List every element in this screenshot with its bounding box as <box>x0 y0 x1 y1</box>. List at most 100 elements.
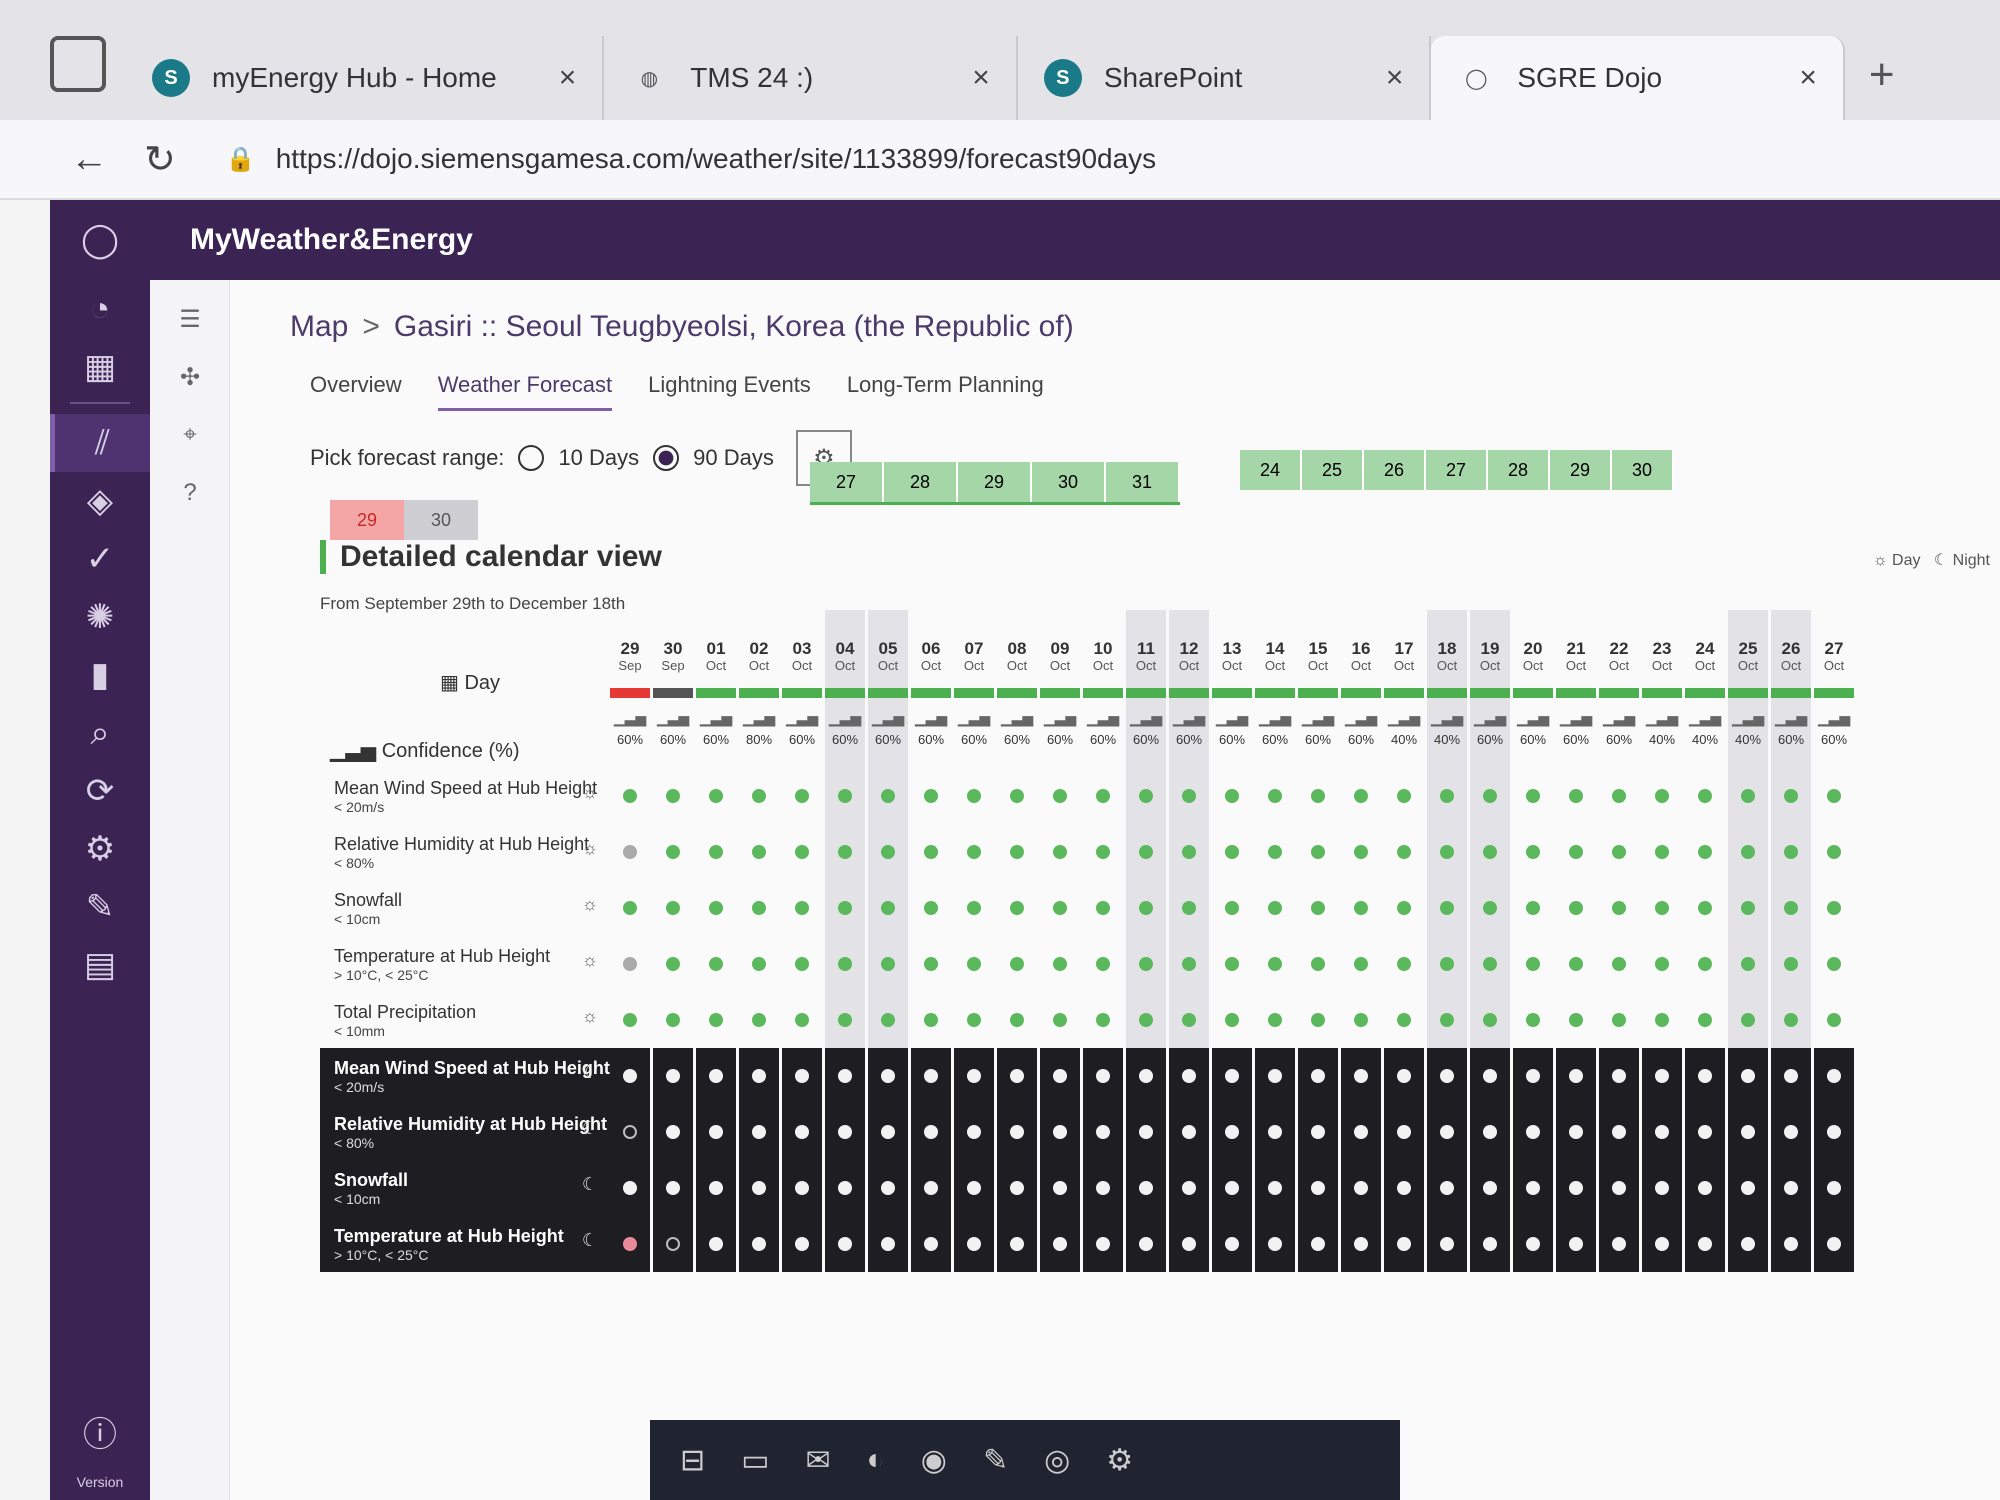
forecast-cell[interactable] <box>1083 1104 1123 1160</box>
forecast-cell[interactable] <box>1083 936 1123 992</box>
forecast-cell[interactable] <box>1814 880 1854 936</box>
forecast-cell[interactable] <box>1255 1160 1295 1216</box>
tab-lightning-events[interactable]: Lightning Events <box>648 372 811 411</box>
forecast-cell[interactable] <box>610 824 650 880</box>
forecast-cell[interactable] <box>1255 1216 1295 1272</box>
forecast-cell[interactable] <box>782 992 822 1048</box>
forecast-cell[interactable] <box>1384 880 1424 936</box>
forecast-cell[interactable] <box>1470 992 1510 1048</box>
forecast-cell[interactable] <box>782 1104 822 1160</box>
forecast-cell[interactable] <box>1169 880 1209 936</box>
mini-calendar-day[interactable]: 28 <box>884 462 958 502</box>
forecast-cell[interactable] <box>696 824 736 880</box>
mini-calendar-day[interactable]: 24 <box>1240 450 1302 490</box>
forecast-cell[interactable] <box>1599 1216 1639 1272</box>
settings-icon[interactable]: ⚙ <box>1106 1443 1133 1478</box>
forecast-cell[interactable] <box>868 768 908 824</box>
forecast-cell[interactable] <box>1083 1048 1123 1104</box>
tag-icon[interactable]: ◈ <box>50 472 150 530</box>
forecast-cell[interactable] <box>1212 824 1252 880</box>
close-icon[interactable]: × <box>1799 61 1817 95</box>
forecast-cell[interactable] <box>1384 1048 1424 1104</box>
forecast-cell[interactable] <box>653 992 693 1048</box>
forecast-cell[interactable] <box>1771 824 1811 880</box>
forecast-cell[interactable] <box>868 992 908 1048</box>
breadcrumb-map-link[interactable]: Map <box>290 310 348 343</box>
forecast-cell[interactable] <box>954 824 994 880</box>
forecast-cell[interactable] <box>1513 768 1553 824</box>
forecast-cell[interactable] <box>1341 1160 1381 1216</box>
forecast-cell[interactable] <box>1513 936 1553 992</box>
forecast-cell[interactable] <box>1083 1160 1123 1216</box>
mini-calendar-day[interactable]: 25 <box>1302 450 1364 490</box>
forecast-cell[interactable] <box>1040 1104 1080 1160</box>
refresh-icon[interactable]: ⟳ <box>50 762 150 820</box>
forecast-cell[interactable] <box>825 1048 865 1104</box>
forecast-cell[interactable] <box>1513 824 1553 880</box>
forecast-cell[interactable] <box>782 1160 822 1216</box>
forecast-cell[interactable] <box>1771 1216 1811 1272</box>
forecast-cell[interactable] <box>1298 1104 1338 1160</box>
forecast-cell[interactable] <box>1212 880 1252 936</box>
mini-calendar-day[interactable]: 30 <box>1612 450 1674 490</box>
forecast-cell[interactable] <box>1169 1048 1209 1104</box>
forecast-cell[interactable] <box>911 1104 951 1160</box>
mini-calendar-day[interactable]: 31 <box>1106 462 1180 502</box>
forecast-cell[interactable] <box>954 1048 994 1104</box>
forecast-cell[interactable] <box>1470 768 1510 824</box>
check-circle-icon[interactable]: ✓ <box>50 530 150 588</box>
forecast-cell[interactable] <box>653 1216 693 1272</box>
browser-tab[interactable]: S SharePoint × <box>1018 36 1432 120</box>
forecast-cell[interactable] <box>1212 1048 1252 1104</box>
forecast-cell[interactable] <box>1212 768 1252 824</box>
back-icon[interactable]: ← <box>70 138 108 181</box>
forecast-cell[interactable] <box>1685 824 1725 880</box>
forecast-cell[interactable] <box>1599 1048 1639 1104</box>
forecast-cell[interactable] <box>997 992 1037 1048</box>
forecast-cell[interactable] <box>739 768 779 824</box>
forecast-cell[interactable] <box>1470 880 1510 936</box>
forecast-cell[interactable] <box>825 936 865 992</box>
forecast-cell[interactable] <box>1384 824 1424 880</box>
forecast-cell[interactable] <box>1298 1216 1338 1272</box>
forecast-cell[interactable] <box>825 1160 865 1216</box>
location-pin-icon[interactable]: ⌖ <box>150 406 230 464</box>
forecast-cell[interactable] <box>1212 1160 1252 1216</box>
forecast-cell[interactable] <box>610 880 650 936</box>
forecast-cell[interactable] <box>696 1160 736 1216</box>
close-icon[interactable]: × <box>972 61 990 95</box>
forecast-cell[interactable] <box>1427 768 1467 824</box>
forecast-cell[interactable] <box>653 1104 693 1160</box>
forecast-cell[interactable] <box>1040 1216 1080 1272</box>
forecast-cell[interactable] <box>739 992 779 1048</box>
forecast-cell[interactable] <box>1642 1160 1682 1216</box>
forecast-cell[interactable] <box>1685 1216 1725 1272</box>
app-logo-icon[interactable]: ◯ <box>50 200 150 280</box>
forecast-cell[interactable] <box>1126 936 1166 992</box>
forecast-cell[interactable] <box>1556 768 1596 824</box>
url-field[interactable]: 🔒 https://dojo.siemensgamesa.com/weather… <box>226 143 1156 175</box>
forecast-cell[interactable] <box>1470 1216 1510 1272</box>
forecast-cell[interactable] <box>1427 880 1467 936</box>
forecast-cell[interactable] <box>1728 768 1768 824</box>
forecast-cell[interactable] <box>1728 880 1768 936</box>
forecast-cell[interactable] <box>696 936 736 992</box>
mini-calendar-day[interactable]: 29 <box>958 462 1032 502</box>
forecast-cell[interactable] <box>868 1160 908 1216</box>
forecast-cell[interactable] <box>1771 1104 1811 1160</box>
forecast-cell[interactable] <box>954 880 994 936</box>
forecast-cell[interactable] <box>1728 824 1768 880</box>
forecast-cell[interactable] <box>1298 768 1338 824</box>
forecast-cell[interactable] <box>1427 1160 1467 1216</box>
new-tab-icon[interactable]: + <box>1845 50 1919 120</box>
forecast-cell[interactable] <box>610 1104 650 1160</box>
forecast-cell[interactable] <box>1556 1216 1596 1272</box>
forecast-cell[interactable] <box>1298 992 1338 1048</box>
forecast-cell[interactable] <box>1083 992 1123 1048</box>
forecast-cell[interactable] <box>1513 1160 1553 1216</box>
forecast-cell[interactable] <box>911 1216 951 1272</box>
forecast-cell[interactable] <box>1556 1048 1596 1104</box>
forecast-cell[interactable] <box>1470 824 1510 880</box>
forecast-cell[interactable] <box>1814 936 1854 992</box>
forecast-cell[interactable] <box>1341 992 1381 1048</box>
